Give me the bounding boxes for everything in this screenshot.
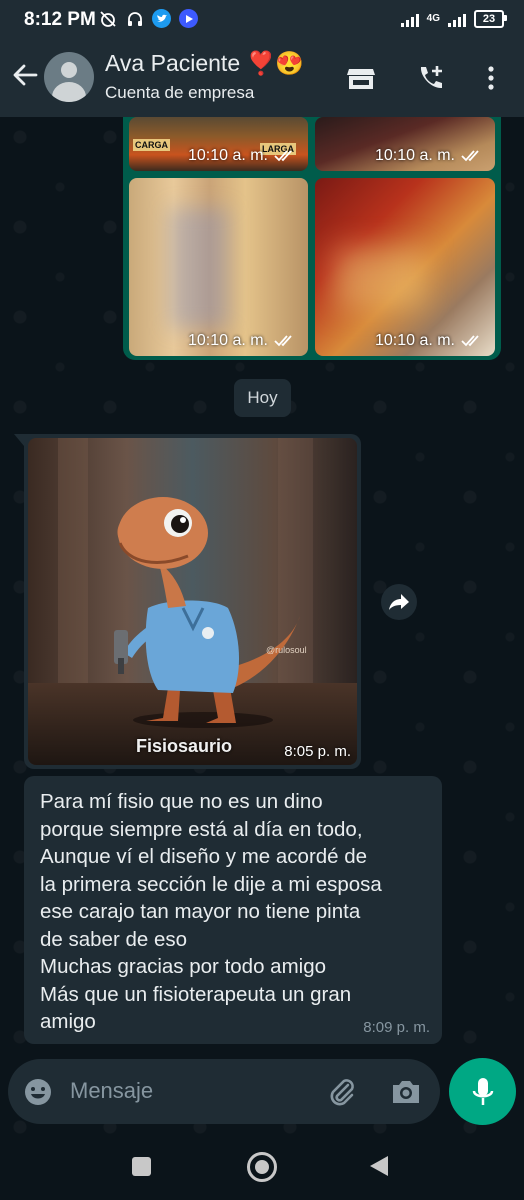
add-call-icon[interactable] <box>416 63 446 93</box>
message-composer: Mensaje <box>8 1059 440 1124</box>
twitter-icon <box>152 9 171 28</box>
message-text: Para mí fisio que no es un dino porque s… <box>40 790 382 1033</box>
play-app-icon <box>179 9 198 28</box>
signal-icon-2 <box>448 11 466 27</box>
image-caption: Fisiosaurio <box>136 736 233 756</box>
message-input[interactable]: Mensaje <box>70 1078 153 1104</box>
thumb-time: 10:10 a. m. <box>374 332 455 349</box>
system-nav-bar <box>0 1142 524 1200</box>
voice-message-button[interactable] <box>449 1058 516 1125</box>
headphones-icon <box>125 9 144 28</box>
back-arrow-icon[interactable] <box>10 60 40 90</box>
signal-icon <box>400 11 419 27</box>
network-type: 4G <box>426 13 440 24</box>
image-message-photo[interactable]: @rulosoul Fisiosaurio 8:05 p. m. <box>28 438 357 765</box>
forward-arrow-icon <box>389 594 409 610</box>
attach-icon[interactable] <box>326 1076 358 1108</box>
media-grid-bubble: CARGA LARGA 10:10 a. m. 10:10 a. m. 10:1… <box>123 117 501 360</box>
image-watermark: @rulosoul <box>266 645 307 655</box>
battery-icon: 23 <box>474 10 507 28</box>
message-time: 8:09 p. m. <box>363 1019 430 1036</box>
status-time: 8:12 PM <box>24 9 96 30</box>
more-options-icon[interactable] <box>476 63 506 93</box>
double-check-icon <box>274 150 292 162</box>
chat-header: Ava Paciente ❣️😍 Cuenta de empresa <box>0 38 524 117</box>
date-separator: Hoy <box>234 379 291 417</box>
mute-alarm-icon <box>98 9 117 28</box>
double-check-icon <box>274 335 292 347</box>
image-time: 8:05 p. m. <box>284 743 351 760</box>
contact-name[interactable]: Ava Paciente ❣️😍 <box>105 50 304 77</box>
media-thumb-2[interactable]: 10:10 a. m. <box>315 117 495 171</box>
back-nav-button[interactable] <box>368 1154 390 1178</box>
forward-button[interactable] <box>381 584 417 620</box>
thumb-time: 10:10 a. m. <box>374 147 455 164</box>
image-message-bubble: @rulosoul Fisiosaurio 8:05 p. m. <box>14 434 361 769</box>
store-icon[interactable] <box>346 63 376 93</box>
double-check-icon <box>461 335 479 347</box>
banner-text: CARGA <box>133 139 170 151</box>
double-check-icon <box>461 150 479 162</box>
thumb-time: 10:10 a. m. <box>187 147 268 164</box>
recents-button[interactable] <box>132 1157 151 1176</box>
battery-level: 23 <box>482 13 496 25</box>
text-message-bubble: Para mí fisio que no es un dino porque s… <box>24 776 442 1044</box>
media-thumb-3[interactable]: 10:10 a. m. <box>129 178 308 356</box>
emoji-icon[interactable] <box>23 1077 53 1107</box>
contact-subtitle: Cuenta de empresa <box>105 83 255 102</box>
camera-icon[interactable] <box>390 1077 422 1107</box>
status-bar: 8:12 PM 4G 23 <box>0 0 524 38</box>
home-button[interactable] <box>247 1152 277 1182</box>
thumb-time: 10:10 a. m. <box>187 332 268 349</box>
media-thumb-1[interactable]: CARGA LARGA 10:10 a. m. <box>129 117 308 171</box>
microphone-icon <box>472 1077 493 1105</box>
avatar[interactable] <box>44 52 94 102</box>
media-thumb-4[interactable]: 10:10 a. m. <box>315 178 495 356</box>
dinosaur-physio-image: @rulosoul <box>28 438 357 765</box>
